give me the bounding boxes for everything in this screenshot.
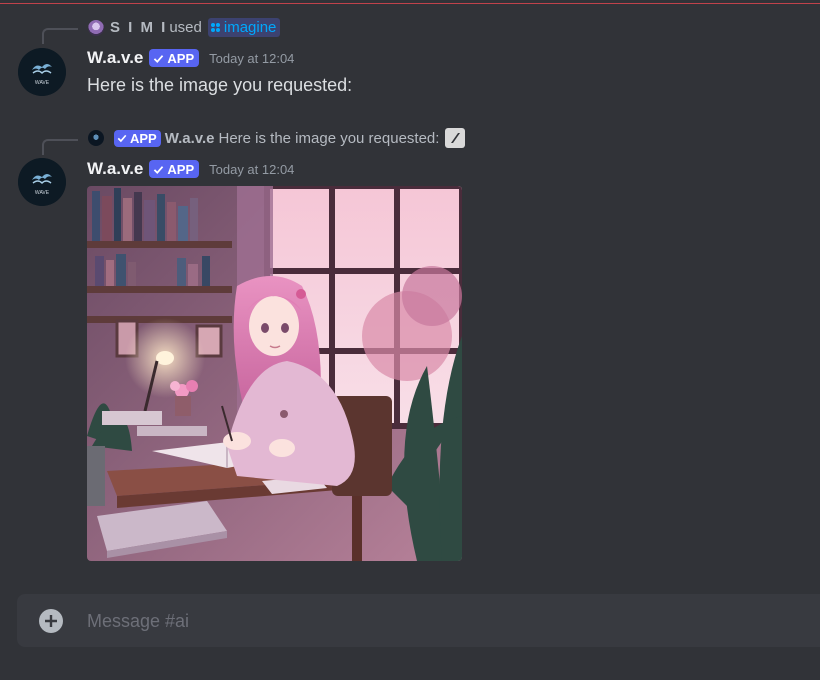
app-badge: APP — [149, 49, 200, 67]
bot-avatar[interactable]: WAVE — [18, 48, 66, 96]
verified-check-icon — [154, 165, 164, 174]
message-content: Here is the image you requested: — [87, 75, 353, 95]
interaction-verb: used — [169, 19, 202, 36]
plus-circle-icon[interactable] — [39, 609, 63, 633]
reply-spine — [42, 139, 78, 155]
user-mini-avatar[interactable] — [88, 19, 104, 36]
timestamp[interactable]: Today at 12:04 — [209, 51, 294, 66]
message-header: W.a.v.e APP Today at 12:04 — [87, 48, 294, 68]
interaction-reference[interactable]: S I M I used imagine — [88, 18, 281, 37]
app-badge: APP — [114, 129, 161, 147]
reply-content[interactable]: Here is the image you requested: — [218, 130, 439, 147]
unread-divider — [0, 3, 820, 4]
svg-text:WAVE: WAVE — [35, 80, 50, 86]
reply-reference[interactable]: APP W.a.v.e Here is the image you reques… — [88, 128, 466, 148]
message-input[interactable] — [87, 607, 787, 635]
app-badge-label: APP — [167, 161, 195, 177]
bot-avatar[interactable]: WAVE — [18, 158, 66, 206]
command-chip[interactable]: imagine — [207, 18, 281, 37]
author-name[interactable]: W.a.v.e — [87, 48, 143, 68]
command-name: imagine — [223, 19, 277, 36]
image-attachment[interactable] — [87, 186, 462, 561]
app-badge: APP — [149, 160, 200, 178]
verified-check-icon — [154, 54, 164, 63]
message-composer — [17, 594, 820, 647]
message-header: W.a.v.e APP Today at 12:04 — [87, 159, 294, 179]
timestamp[interactable]: Today at 12:04 — [209, 162, 294, 177]
app-badge-label: APP — [167, 50, 195, 66]
reply-author[interactable]: W.a.v.e — [165, 130, 215, 147]
reply-mini-avatar[interactable] — [88, 130, 104, 146]
interaction-user[interactable]: S I M I — [110, 19, 167, 36]
image-icon — [445, 128, 466, 148]
slash-command-icon — [210, 23, 220, 32]
svg-text:WAVE: WAVE — [35, 190, 50, 196]
app-badge-label: APP — [130, 130, 157, 146]
reply-spine — [42, 28, 78, 44]
verified-check-icon — [117, 134, 127, 143]
author-name[interactable]: W.a.v.e — [87, 159, 143, 179]
